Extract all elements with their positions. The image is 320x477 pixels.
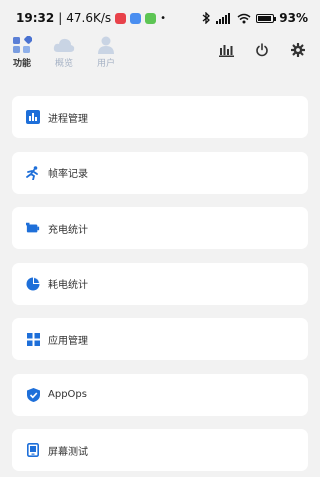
status-left: 19:32 | 47.6K/s •	[16, 11, 166, 25]
feature-list: 进程管理 帧率记录 充电统计 耗电统计 应用管理 AppOps 屏幕测试	[12, 96, 308, 477]
apps-grid-icon	[26, 332, 40, 346]
signal-icon	[216, 12, 231, 24]
status-separator: |	[58, 11, 63, 25]
cloud-icon	[53, 38, 75, 52]
toolbar-actions	[218, 42, 306, 58]
power-icon	[256, 43, 268, 57]
notification-app-icon	[145, 12, 157, 24]
menu-item-label: AppOps	[48, 389, 87, 400]
menu-item-process-management[interactable]: 进程管理	[12, 96, 308, 138]
tab-user[interactable]: 用户	[88, 36, 124, 69]
battery-percent: 93%	[279, 11, 308, 25]
tab-label: 用户	[96, 59, 115, 69]
status-right: 93%	[201, 11, 308, 25]
screen-icon	[26, 443, 40, 457]
user-icon	[98, 36, 114, 54]
settings-button[interactable]	[290, 42, 306, 58]
grid-icon	[13, 36, 32, 53]
status-bar: 19:32 | 47.6K/s • 93%	[0, 0, 320, 36]
bluetooth-icon	[202, 12, 211, 24]
battery-icon	[256, 13, 277, 23]
gear-icon	[291, 43, 305, 57]
menu-item-appops[interactable]: AppOps	[12, 373, 308, 416]
stats-button[interactable]	[218, 42, 234, 58]
running-icon	[26, 165, 40, 180]
menu-item-label: 屏幕测试	[48, 446, 88, 458]
shield-check-icon	[26, 387, 40, 402]
battery-charge-icon	[26, 221, 40, 235]
menu-item-label: 应用管理	[48, 335, 88, 347]
menu-item-label: 帧率记录	[48, 169, 88, 180]
battery-fill	[258, 15, 272, 21]
bar-chart-icon	[26, 110, 40, 124]
menu-item-label: 耗电统计	[48, 280, 88, 291]
top-bar: 功能 概览 用户	[0, 36, 320, 72]
power-button[interactable]	[254, 42, 270, 58]
tab-overview[interactable]: 概览	[46, 36, 82, 69]
tab-functions[interactable]: 功能	[4, 36, 40, 69]
tab-label: 功能	[12, 59, 31, 69]
menu-item-label: 进程管理	[48, 113, 88, 125]
menu-item-screen-test[interactable]: 屏幕测试	[12, 429, 308, 471]
notification-app-icon	[130, 12, 142, 24]
menu-item-label: 充电统计	[48, 224, 88, 236]
menu-item-charge-stats[interactable]: 充电统计	[12, 207, 308, 249]
status-time: 19:32	[16, 11, 55, 25]
menu-item-power-stats[interactable]: 耗电统计	[12, 262, 308, 305]
notification-app-icon	[115, 12, 127, 24]
bar-chart-icon	[218, 45, 234, 57]
net-speed: 47.6K/s	[66, 11, 112, 25]
pie-chart-icon	[26, 277, 40, 291]
menu-item-app-management[interactable]: 应用管理	[12, 318, 308, 360]
menu-item-fps-record[interactable]: 帧率记录	[12, 151, 308, 194]
wifi-icon	[237, 13, 251, 23]
tab-label: 概览	[54, 59, 73, 69]
notification-dot-icon: •	[160, 12, 167, 24]
